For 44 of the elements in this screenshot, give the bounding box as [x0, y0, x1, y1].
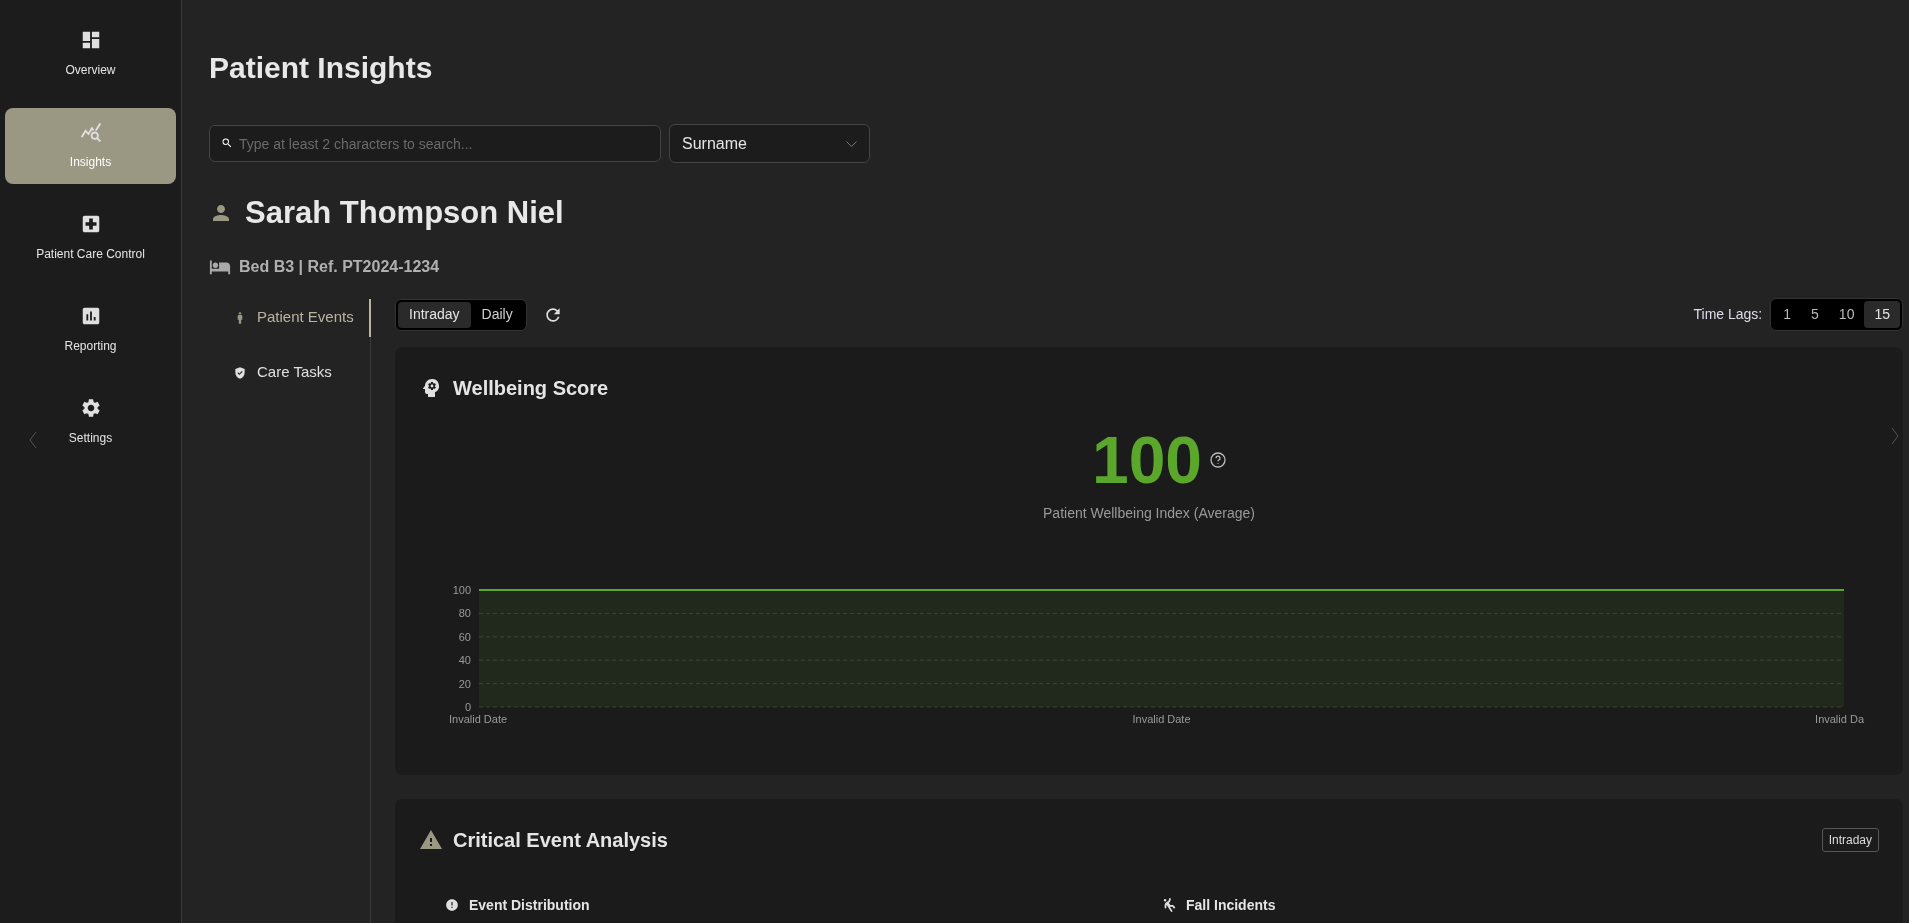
time-lag-option[interactable]: 5 — [1801, 301, 1829, 328]
section-title: Event Distribution — [469, 895, 590, 915]
y-tick-label: 20 — [458, 677, 471, 690]
search-field[interactable]: Type at least 2 characters to search... — [209, 125, 661, 162]
search-icon — [221, 137, 233, 149]
score-value: 100 — [1091, 426, 1203, 493]
sidebar-item[interactable]: Overview — [5, 16, 176, 92]
y-tick-label: 100 — [452, 583, 471, 596]
chevron-left-icon — [29, 431, 37, 449]
time-lag-option[interactable]: 15 — [1864, 301, 1900, 328]
patient-details: Bed B3 | Ref. PT2024-1234 — [239, 256, 440, 277]
settings-icon — [79, 397, 102, 419]
sidebar-item[interactable]: Settings — [5, 384, 176, 460]
caret-icon — [846, 140, 857, 147]
card-title: Wellbeing Score — [453, 375, 609, 401]
time-lag-option[interactable]: 10 — [1828, 301, 1865, 328]
side-tab[interactable]: Patient Events — [209, 298, 371, 337]
time-lag-option[interactable]: 1 — [1773, 301, 1802, 328]
y-tick-label: 60 — [458, 630, 471, 643]
help-icon — [1210, 451, 1227, 468]
alert-icon — [445, 898, 459, 912]
period-option[interactable]: Daily — [470, 301, 524, 328]
y-tick-label: 40 — [458, 653, 471, 666]
shield-icon — [233, 365, 247, 380]
y-tick-label: 0 — [464, 700, 471, 713]
page-title: Patient Insights — [209, 50, 434, 86]
patient-name: Sarah Thompson Niel — [245, 194, 564, 232]
period-option[interactable]: Intraday — [398, 301, 471, 328]
falling-person-icon — [1162, 898, 1176, 912]
x-tick-label: Invalid Da — [1815, 712, 1864, 724]
period-badge: Intraday — [1821, 827, 1879, 852]
x-tick-label: Invalid Date — [1132, 712, 1191, 724]
x-tick-label: Invalid Date — [449, 712, 508, 724]
sidebar-item[interactable]: Reporting — [5, 292, 176, 368]
section-title: Fall Incidents — [1186, 895, 1276, 915]
filter-dropdown[interactable]: Surname — [669, 124, 870, 163]
chart-search-icon — [79, 121, 102, 143]
sidebar-item[interactable]: Patient Care Control — [5, 200, 176, 276]
y-tick-label: 80 — [458, 606, 471, 619]
card-title: Critical Event Analysis — [453, 827, 668, 853]
score-caption: Patient Wellbeing Index (Average) — [1043, 503, 1255, 523]
side-tab[interactable]: Care Tasks — [209, 353, 371, 392]
chevron-right-icon — [1891, 426, 1899, 445]
time-lags-label: Time Lags: — [1693, 305, 1763, 324]
